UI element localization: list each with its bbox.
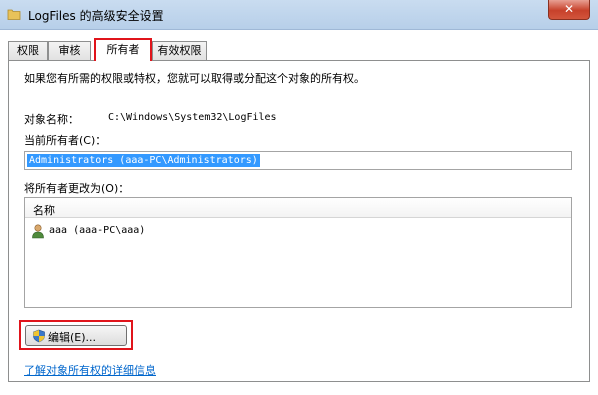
current-owner-value: Administrators (aaa-PC\Administrators): [27, 154, 260, 167]
close-button[interactable]: ✕: [548, 0, 590, 20]
column-header-name[interactable]: 名称: [25, 198, 571, 218]
user-icon: [31, 223, 45, 239]
tab-owner[interactable]: 所有者: [94, 38, 152, 61]
shield-icon: [32, 329, 46, 343]
tab-label: 有效权限: [157, 44, 202, 57]
tab-permissions[interactable]: 权限: [8, 41, 48, 60]
tab-label: 权限: [17, 44, 39, 57]
column-header-label: 名称: [33, 204, 55, 217]
tab-auditing[interactable]: 审核: [48, 41, 91, 60]
current-owner-label: 当前所有者(C)：: [24, 134, 107, 147]
object-name-value: C:\Windows\System32\LogFiles: [108, 112, 277, 123]
tab-effective-permissions[interactable]: 有效权限: [152, 41, 207, 60]
edit-button[interactable]: 编辑(E)...: [25, 325, 127, 346]
tab-label: 审核: [58, 44, 81, 57]
list-item-name: aaa (aaa-PC\aaa): [49, 225, 146, 236]
folder-icon: [7, 7, 21, 21]
current-owner-field[interactable]: Administrators (aaa-PC\Administrators): [24, 151, 572, 170]
intro-text: 如果您有所需的权限或特权，您就可以取得或分配这个对象的所有权。: [24, 72, 365, 85]
close-icon: ✕: [563, 2, 575, 16]
tab-label: 所有者: [106, 43, 140, 56]
edit-button-label: 编辑(E)...: [48, 331, 97, 344]
owner-listbox[interactable]: 名称 aaa (aaa-PC\aaa): [24, 197, 572, 308]
ownership-info-link[interactable]: 了解对象所有权的详细信息: [24, 362, 156, 378]
object-name-label: 对象名称：: [24, 113, 79, 126]
title-bar[interactable]: LogFiles 的高级安全设置 ✕: [0, 0, 598, 30]
change-owner-label: 将所有者更改为(O)：: [24, 182, 130, 195]
window-title: LogFiles 的高级安全设置: [28, 9, 164, 23]
